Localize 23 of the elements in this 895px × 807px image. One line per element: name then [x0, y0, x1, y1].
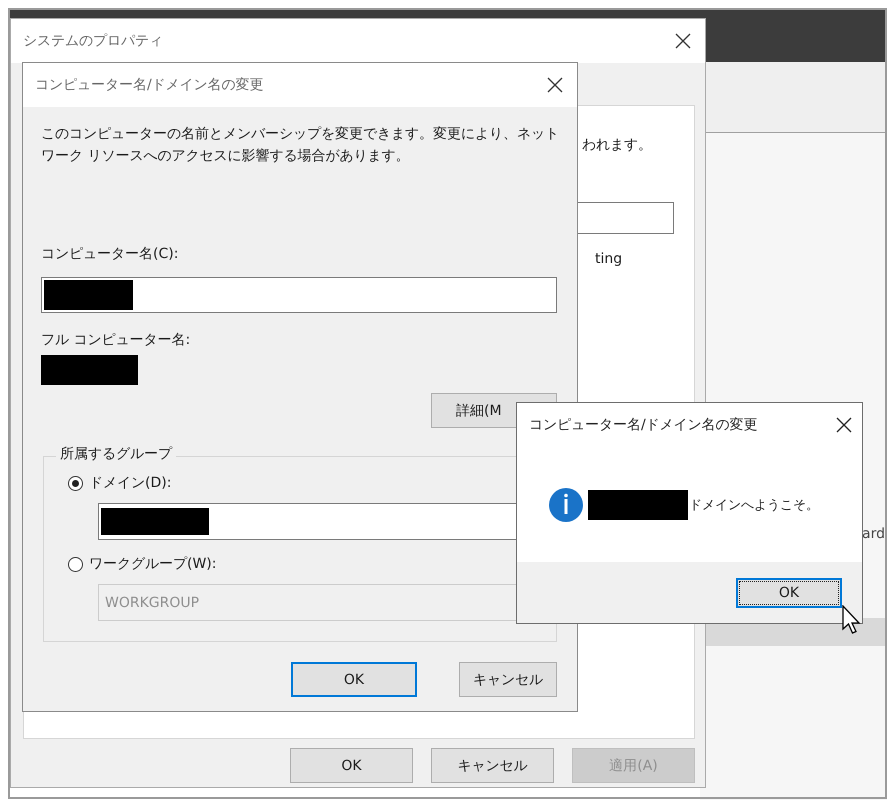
close-icon[interactable] [547, 77, 563, 93]
close-icon[interactable] [836, 417, 852, 433]
field-label: コンピューター名(C): [41, 245, 180, 263]
window-title: システムのプロパティ [23, 32, 163, 50]
dialog-button[interactable]: キャンセル [431, 748, 554, 783]
radio-option[interactable]: ワークグループ(W): [68, 552, 556, 576]
partial-text: ting [595, 251, 622, 267]
dialog-button[interactable]: OK [291, 662, 417, 697]
field-value: WORKGROUP [105, 594, 200, 610]
info-icon [549, 488, 583, 522]
description-text: このコンピューターの名前とメンバーシップを変更できます。変更により、ネットワーク リソースへのアクセスに影響する場合があります。 [41, 125, 560, 166]
radio-option[interactable]: ドメイン(D): [68, 471, 556, 495]
ok-button[interactable]: OK [736, 578, 842, 608]
partial-text: われます。 [582, 136, 652, 154]
group-legend: 所属するグループ [56, 445, 176, 463]
close-icon[interactable] [675, 33, 691, 49]
partial-text: ard [862, 526, 885, 542]
input-field[interactable] [41, 277, 557, 313]
dialog-button[interactable]: キャンセル [459, 662, 557, 697]
message-text: ドメインへようこそ。 [689, 496, 819, 514]
dialog-button[interactable]: OK [290, 748, 413, 783]
field-label: フル コンピューター名: [41, 331, 192, 349]
window-title: コンピューター名/ドメイン名の変更 [35, 76, 264, 94]
